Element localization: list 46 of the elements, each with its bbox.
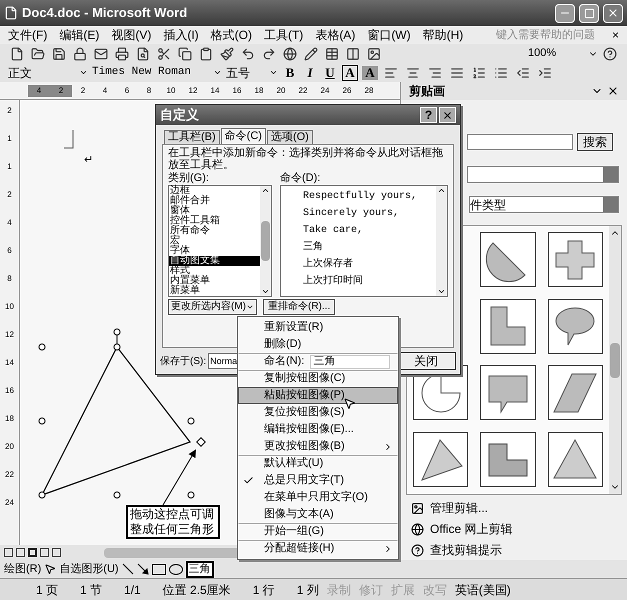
status-text: 1 行 bbox=[252, 582, 275, 598]
ruler-number: 14 bbox=[210, 84, 220, 96]
ruler-number: 20 bbox=[276, 84, 286, 96]
ruler-number: 24 bbox=[320, 84, 330, 96]
ruler-number: 18 bbox=[254, 84, 264, 96]
status-text: 1 列 bbox=[296, 582, 319, 598]
status-text: 1 节 bbox=[80, 582, 102, 598]
ruler-number: 2 bbox=[50, 84, 72, 96]
ruler-number: 6 bbox=[7, 246, 12, 256]
ruler-number: 20 bbox=[5, 442, 14, 452]
ruler-number: 8 bbox=[7, 274, 12, 284]
paragraph-mark: ↵ bbox=[84, 153, 93, 168]
ruler-number: 2 bbox=[7, 190, 12, 200]
ruler-number: 1 bbox=[7, 134, 12, 144]
status-text: 1/1 bbox=[124, 582, 141, 598]
callout-text: 拖动这控点可调整成任何三角形 bbox=[126, 505, 220, 539]
ruler-number: 4 bbox=[7, 218, 12, 228]
ruler-number: 10 bbox=[166, 84, 176, 96]
status-text: 1 页 bbox=[36, 582, 58, 598]
commands-label: 命令(D): bbox=[280, 172, 322, 185]
ruler-number: 4 bbox=[102, 84, 108, 96]
ruler-number: 12 bbox=[188, 84, 198, 96]
ruler-number: 28 bbox=[364, 84, 374, 96]
ruler-number: 6 bbox=[124, 84, 130, 96]
ruler-number: 10 bbox=[5, 302, 14, 312]
ruler-number: 12 bbox=[5, 330, 14, 340]
ruler-number: 2 bbox=[7, 106, 12, 116]
dialog-title: 自定义 bbox=[160, 106, 200, 124]
ruler-number: 22 bbox=[298, 84, 308, 96]
ruler-number: 26 bbox=[342, 84, 352, 96]
categories-label: 类别(G): bbox=[168, 172, 210, 184]
save-in-label: 保存于(S): bbox=[160, 354, 206, 368]
ruler-number: 2 bbox=[80, 84, 86, 96]
dialog-description: 在工具栏中添加新命令：选择类别并将命令从此对话框拖放至工具栏。 bbox=[168, 147, 444, 171]
ruler-number: 22 bbox=[5, 470, 14, 480]
ruler-number: 16 bbox=[5, 386, 14, 396]
ruler-number: 1 bbox=[7, 162, 12, 172]
window-title: Doc4.doc - Microsoft Word bbox=[22, 4, 188, 22]
ruler-number: 18 bbox=[5, 414, 14, 424]
ruler-number: 4 bbox=[28, 84, 50, 96]
task-pane-title: 剪贴画 bbox=[409, 83, 446, 100]
ruler-number: 16 bbox=[232, 84, 242, 96]
ruler-number: 24 bbox=[5, 498, 14, 508]
ruler-number: 14 bbox=[5, 358, 14, 368]
status-text: 位置 2.5厘米 bbox=[162, 582, 231, 598]
ruler-number: 8 bbox=[146, 84, 152, 96]
